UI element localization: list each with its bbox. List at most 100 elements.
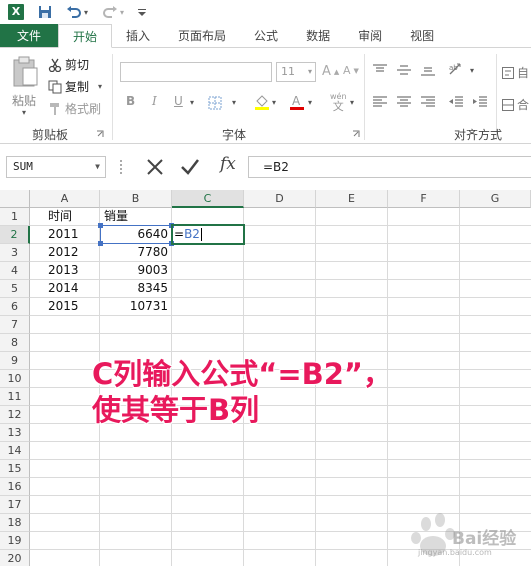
tab-view[interactable]: 视图: [396, 24, 448, 47]
gridline: [30, 441, 531, 442]
cell-year[interactable]: 2012: [44, 243, 100, 261]
align-left-icon[interactable]: [372, 96, 388, 108]
undo-button[interactable]: ▾: [66, 4, 88, 20]
bold-button[interactable]: B: [126, 94, 135, 108]
cell-sales[interactable]: 10731: [100, 297, 172, 315]
row-header[interactable]: 18: [0, 514, 30, 532]
row-header[interactable]: 13: [0, 424, 30, 442]
phonetic-dropdown-icon[interactable]: ▾: [350, 98, 354, 107]
borders-dropdown-icon[interactable]: ▾: [232, 98, 236, 107]
column-header-d[interactable]: D: [244, 190, 316, 208]
row-header[interactable]: 15: [0, 460, 30, 478]
borders-icon[interactable]: [208, 96, 222, 110]
select-all-corner[interactable]: [0, 190, 30, 208]
cell-sales[interactable]: 6640: [100, 225, 172, 243]
align-right-icon[interactable]: [420, 96, 436, 108]
tab-data[interactable]: 数据: [292, 24, 344, 47]
row-header[interactable]: 3: [0, 244, 30, 262]
increase-font-button[interactable]: A ▲: [322, 64, 339, 79]
align-bottom-icon[interactable]: [420, 64, 436, 76]
cancel-x-icon[interactable]: [146, 158, 164, 176]
orientation-icon[interactable]: ab: [448, 62, 466, 76]
row-header[interactable]: 8: [0, 334, 30, 352]
cut-button[interactable]: 剪切: [48, 56, 89, 73]
column-header-g[interactable]: G: [460, 190, 531, 208]
row-header[interactable]: 7: [0, 316, 30, 334]
row-header[interactable]: 4: [0, 262, 30, 280]
dialog-launcher-icon[interactable]: [96, 130, 104, 138]
row-header[interactable]: 1: [0, 208, 30, 226]
copy-button[interactable]: 复制 ▾: [48, 78, 102, 95]
formula-bar: SUM ▼ fx =B2: [0, 144, 531, 190]
column-header-a[interactable]: A: [30, 190, 100, 208]
merge-center-button[interactable]: 合: [502, 96, 529, 113]
name-box-dropdown-icon[interactable]: ▼: [95, 157, 100, 177]
row-header[interactable]: 11: [0, 388, 30, 406]
ribbon: 粘贴 ▾ 剪切 复制 ▾ 格式刷 剪贴板 11 ▾ A ▲ A ▼ B I U ▾ …: [0, 48, 531, 144]
paste-button[interactable]: 粘贴 ▾: [8, 56, 42, 117]
increase-indent-icon[interactable]: [472, 96, 488, 108]
row-header[interactable]: 16: [0, 478, 30, 496]
align-center-icon[interactable]: [396, 96, 412, 108]
font-name-combo[interactable]: [120, 62, 272, 82]
formula-input[interactable]: =B2: [248, 156, 531, 178]
cell-year[interactable]: 2013: [44, 261, 100, 279]
merge-label: 合: [517, 98, 530, 112]
row-header[interactable]: 20: [0, 550, 30, 566]
cell-sales[interactable]: 8345: [100, 279, 172, 297]
orientation-dropdown-icon[interactable]: ▾: [470, 66, 474, 75]
cell-year[interactable]: 2011: [44, 225, 100, 243]
row-header[interactable]: 9: [0, 352, 30, 370]
tab-insert[interactable]: 插入: [112, 24, 164, 47]
tab-review[interactable]: 审阅: [344, 24, 396, 47]
row-header[interactable]: 6: [0, 298, 30, 316]
tab-home[interactable]: 开始: [58, 24, 113, 48]
align-middle-icon[interactable]: [396, 64, 412, 76]
font-size-combo[interactable]: 11 ▾: [276, 62, 316, 82]
format-painter-button[interactable]: 格式刷: [48, 100, 101, 117]
cell-year[interactable]: 2014: [44, 279, 100, 297]
cell-sales[interactable]: 9003: [100, 261, 172, 279]
copy-dropdown-icon: ▾: [98, 82, 103, 91]
row-header[interactable]: 19: [0, 532, 30, 550]
name-box[interactable]: SUM ▼: [6, 156, 106, 178]
phonetic-button[interactable]: wén 文: [330, 92, 347, 113]
checkmark-icon[interactable]: [180, 158, 200, 176]
tab-file[interactable]: 文件: [0, 24, 58, 47]
column-header-f[interactable]: F: [388, 190, 460, 208]
row-header[interactable]: 5: [0, 280, 30, 298]
row-header[interactable]: 14: [0, 442, 30, 460]
row-header[interactable]: 12: [0, 406, 30, 424]
cell-a1[interactable]: 时间: [44, 207, 100, 225]
format-painter-label: 格式刷: [65, 102, 102, 116]
save-button[interactable]: [38, 4, 52, 20]
tab-page-layout[interactable]: 页面布局: [164, 24, 240, 47]
cell-b1[interactable]: 销量: [100, 207, 172, 225]
tab-formulas[interactable]: 公式: [240, 24, 292, 47]
wrap-text-button[interactable]: 自: [502, 64, 529, 81]
underline-button[interactable]: U: [174, 94, 183, 108]
customize-toolbar-button[interactable]: [138, 4, 147, 20]
redo-button[interactable]: ▾: [102, 4, 124, 20]
decrease-indent-icon[interactable]: [448, 96, 464, 108]
row-header[interactable]: 10: [0, 370, 30, 388]
fill-color-dropdown-icon[interactable]: ▾: [272, 98, 276, 107]
column-header-b[interactable]: B: [100, 190, 172, 208]
column-header-c[interactable]: C: [172, 190, 244, 208]
font-color-icon[interactable]: A: [290, 94, 304, 110]
insert-function-button[interactable]: fx: [220, 154, 236, 174]
excel-logo-icon: X: [8, 4, 24, 20]
italic-button[interactable]: I: [152, 94, 157, 108]
row-header[interactable]: 2: [0, 226, 30, 244]
cell-year[interactable]: 2015: [44, 297, 100, 315]
decrease-font-button[interactable]: A ▼: [343, 64, 359, 77]
cell-sales[interactable]: 7780: [100, 243, 172, 261]
cell-c2-editor[interactable]: =B2: [174, 225, 242, 243]
align-top-icon[interactable]: [372, 64, 388, 76]
row-header[interactable]: 17: [0, 496, 30, 514]
column-header-e[interactable]: E: [316, 190, 388, 208]
fill-color-icon[interactable]: [254, 94, 270, 110]
underline-dropdown-icon[interactable]: ▾: [190, 98, 194, 107]
font-color-dropdown-icon[interactable]: ▾: [308, 98, 312, 107]
font-dialog-launcher-icon[interactable]: [352, 130, 360, 138]
